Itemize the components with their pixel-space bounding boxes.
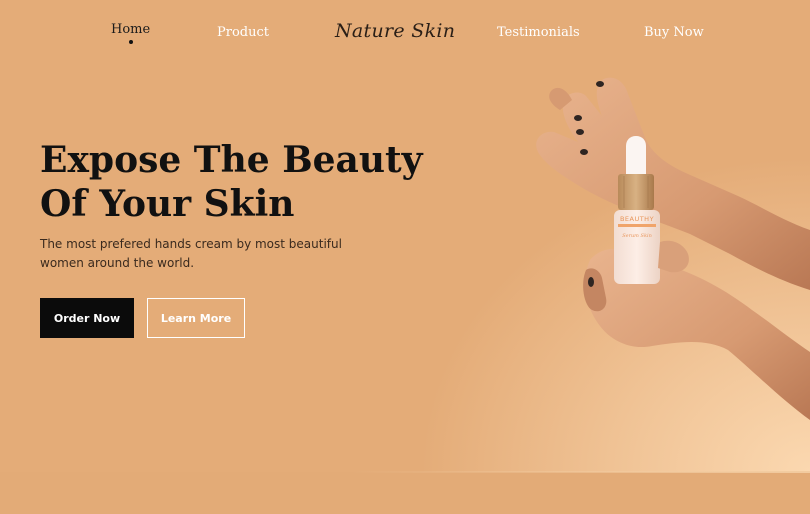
nav-link-testimonials[interactable]: Testimonials bbox=[497, 25, 580, 40]
nav-link-label: Home bbox=[111, 22, 151, 37]
nav-link-home[interactable]: Home bbox=[111, 22, 151, 44]
top-navigation: Home Product Nature Skin Testimonials Bu… bbox=[0, 0, 810, 60]
active-indicator-dot bbox=[128, 40, 133, 44]
hero-title: Expose The Beauty Of Your Skin bbox=[40, 138, 470, 226]
hand-holding-serum-image: BEAUTHY Serum Skin bbox=[536, 77, 810, 420]
bottle-sub-label: Serum Skin bbox=[622, 233, 652, 239]
hero-title-line-1: Expose The Beauty bbox=[40, 139, 423, 181]
order-now-button[interactable]: Order Now bbox=[40, 298, 134, 338]
next-section-band bbox=[0, 472, 810, 514]
nav-link-product[interactable]: Product bbox=[217, 25, 269, 40]
hero-title-line-2: Of Your Skin bbox=[40, 183, 295, 225]
nav-link-buy-now[interactable]: Buy Now bbox=[644, 25, 704, 40]
brand-logo[interactable]: Nature Skin bbox=[335, 20, 455, 42]
hero-subtitle: The most prefered hands cream by most be… bbox=[40, 237, 342, 270]
thumb bbox=[658, 240, 689, 273]
section-divider bbox=[350, 471, 810, 473]
learn-more-button[interactable]: Learn More bbox=[147, 298, 245, 338]
nav-link-label: Buy Now bbox=[644, 25, 704, 40]
nav-link-label: Testimonials bbox=[497, 25, 580, 40]
nav-link-label: Product bbox=[217, 25, 269, 40]
bottle-brand-label: BEAUTHY bbox=[620, 215, 654, 223]
